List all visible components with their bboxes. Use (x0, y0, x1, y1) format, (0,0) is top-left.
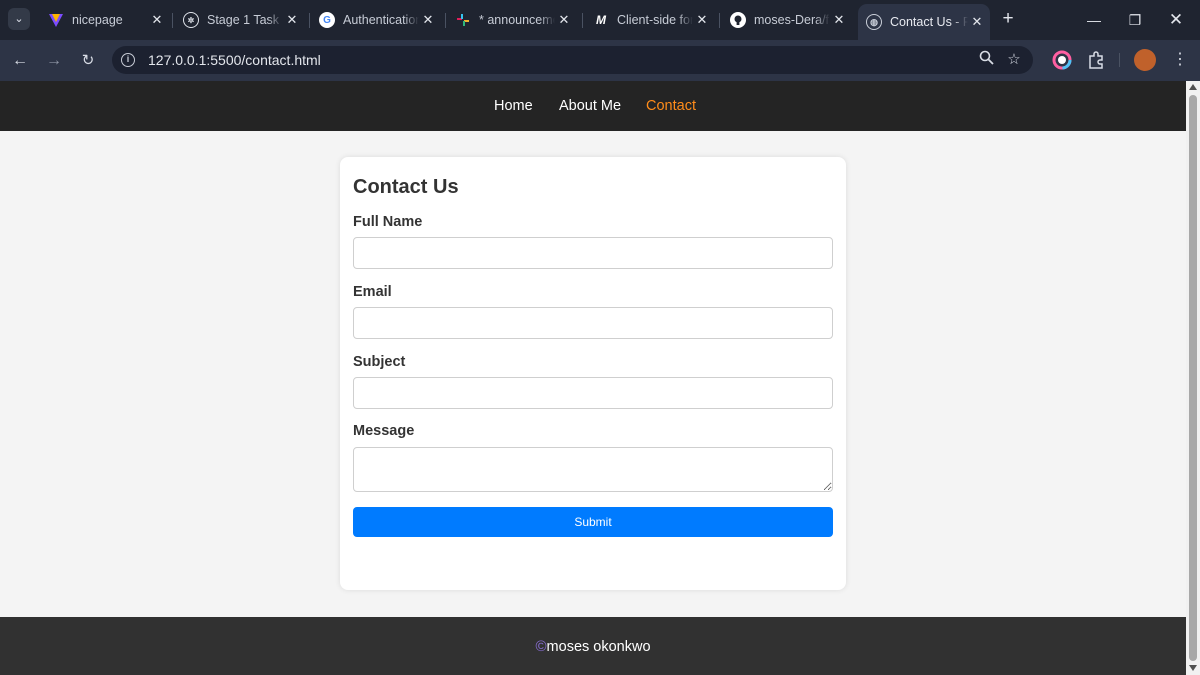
tab-title: moses-Dera/fr (754, 13, 830, 27)
close-tab-icon[interactable]: ✕ (148, 12, 166, 28)
close-tab-icon[interactable]: ✕ (419, 12, 437, 28)
nav-link-home[interactable]: Home (494, 98, 533, 114)
subject-label: Subject (353, 354, 406, 370)
close-tab-icon[interactable]: ✕ (693, 12, 711, 28)
extensions-puzzle-icon[interactable] (1086, 50, 1106, 70)
submit-button[interactable]: Submit (353, 507, 833, 537)
page-scrollbar[interactable] (1186, 81, 1200, 675)
nav-link-about-me[interactable]: About Me (559, 98, 621, 114)
close-tab-icon[interactable]: ✕ (283, 12, 301, 28)
tab-divider (172, 13, 173, 28)
back-arrow-icon[interactable]: ← (8, 49, 32, 73)
site-info-icon[interactable]: i (121, 53, 135, 67)
email-label: Email (353, 284, 392, 300)
tab-title: nicepage (72, 13, 123, 27)
scroll-down-arrow-icon[interactable] (1189, 665, 1197, 671)
new-tab-button[interactable]: + (997, 8, 1019, 30)
close-tab-icon[interactable]: ✕ (830, 12, 848, 28)
tab-divider (719, 13, 720, 28)
nav-link-contact[interactable]: Contact (646, 98, 696, 114)
zoom-icon[interactable] (976, 50, 996, 70)
restore-icon[interactable]: ❐ (1115, 6, 1155, 34)
contact-form-card: Contact Us Full Name Email Subject Messa… (340, 157, 846, 590)
address-bar[interactable]: i 127.0.0.1:5500/contact.html ☆ (112, 46, 1033, 74)
bookmark-star-icon[interactable]: ☆ (1004, 50, 1024, 70)
footer-name: moses okonkwo (546, 639, 651, 655)
tab-contact-us[interactable]: ◍ Contact Us - F ✕ (858, 4, 990, 40)
chatgpt-icon: ✲ (183, 12, 199, 28)
google-icon: G (319, 12, 335, 28)
tab-stage-1-task[interactable]: ✲ Stage 1 Task C ✕ (175, 5, 305, 35)
tab-github[interactable]: moses-Dera/fr ✕ (722, 5, 852, 35)
email-input[interactable] (353, 307, 833, 339)
tab-title: Client-side for (617, 13, 693, 27)
globe-icon: ◍ (866, 14, 882, 30)
scroll-up-arrow-icon[interactable] (1189, 84, 1197, 90)
close-tab-icon[interactable]: ✕ (555, 12, 573, 28)
form-heading: Contact Us (353, 176, 459, 198)
forward-arrow-icon[interactable]: → (42, 49, 66, 73)
full-name-label: Full Name (353, 214, 423, 230)
tab-divider (309, 13, 310, 28)
browser-menu-icon[interactable]: ⋮ (1170, 50, 1190, 70)
scroll-thumb[interactable] (1189, 95, 1197, 661)
tab-title: Contact Us - F (890, 15, 968, 29)
site-footer: ©moses okonkwo (0, 617, 1186, 675)
full-name-input[interactable] (353, 237, 833, 269)
slack-icon (455, 12, 471, 28)
github-icon (730, 12, 746, 28)
url-text: 127.0.0.1:5500/contact.html (148, 52, 321, 68)
tab-title: * announceme (479, 13, 555, 27)
message-label: Message (353, 423, 415, 439)
tab-title: Authentication (343, 13, 419, 27)
medium-icon: M (596, 13, 606, 27)
tab-authentication[interactable]: G Authentication ✕ (311, 5, 441, 35)
page-viewport: Home About Me Contact Contact Us Full Na… (0, 81, 1186, 675)
profile-avatar[interactable] (1134, 49, 1156, 71)
minimize-icon[interactable]: — (1074, 6, 1114, 34)
footer-credit: ©moses okonkwo (0, 638, 1186, 655)
close-tab-icon[interactable]: ✕ (968, 14, 986, 30)
close-window-icon[interactable]: ✕ (1156, 6, 1196, 34)
site-navbar: Home About Me Contact (0, 81, 1186, 131)
toolbar-divider (1119, 53, 1120, 67)
tab-announcements[interactable]: * announceme ✕ (447, 5, 577, 35)
extension-color-icon[interactable] (1052, 50, 1072, 70)
tab-title: Stage 1 Task C (207, 13, 283, 27)
tab-search-icon[interactable]: ⌄ (8, 8, 30, 30)
tab-divider (582, 13, 583, 28)
tab-client-side[interactable]: M Client-side for ✕ (585, 5, 715, 35)
reload-icon[interactable]: ↻ (76, 49, 100, 73)
tab-strip: ⌄ nicepage ✕ ✲ Stage 1 Task C ✕ G Authen… (0, 0, 1200, 40)
copyright-icon: © (535, 638, 547, 655)
subject-input[interactable] (353, 377, 833, 409)
tab-nicepage[interactable]: nicepage ✕ (40, 5, 170, 35)
tab-divider (445, 13, 446, 28)
nicepage-icon (48, 12, 64, 28)
message-textarea[interactable] (353, 447, 833, 492)
